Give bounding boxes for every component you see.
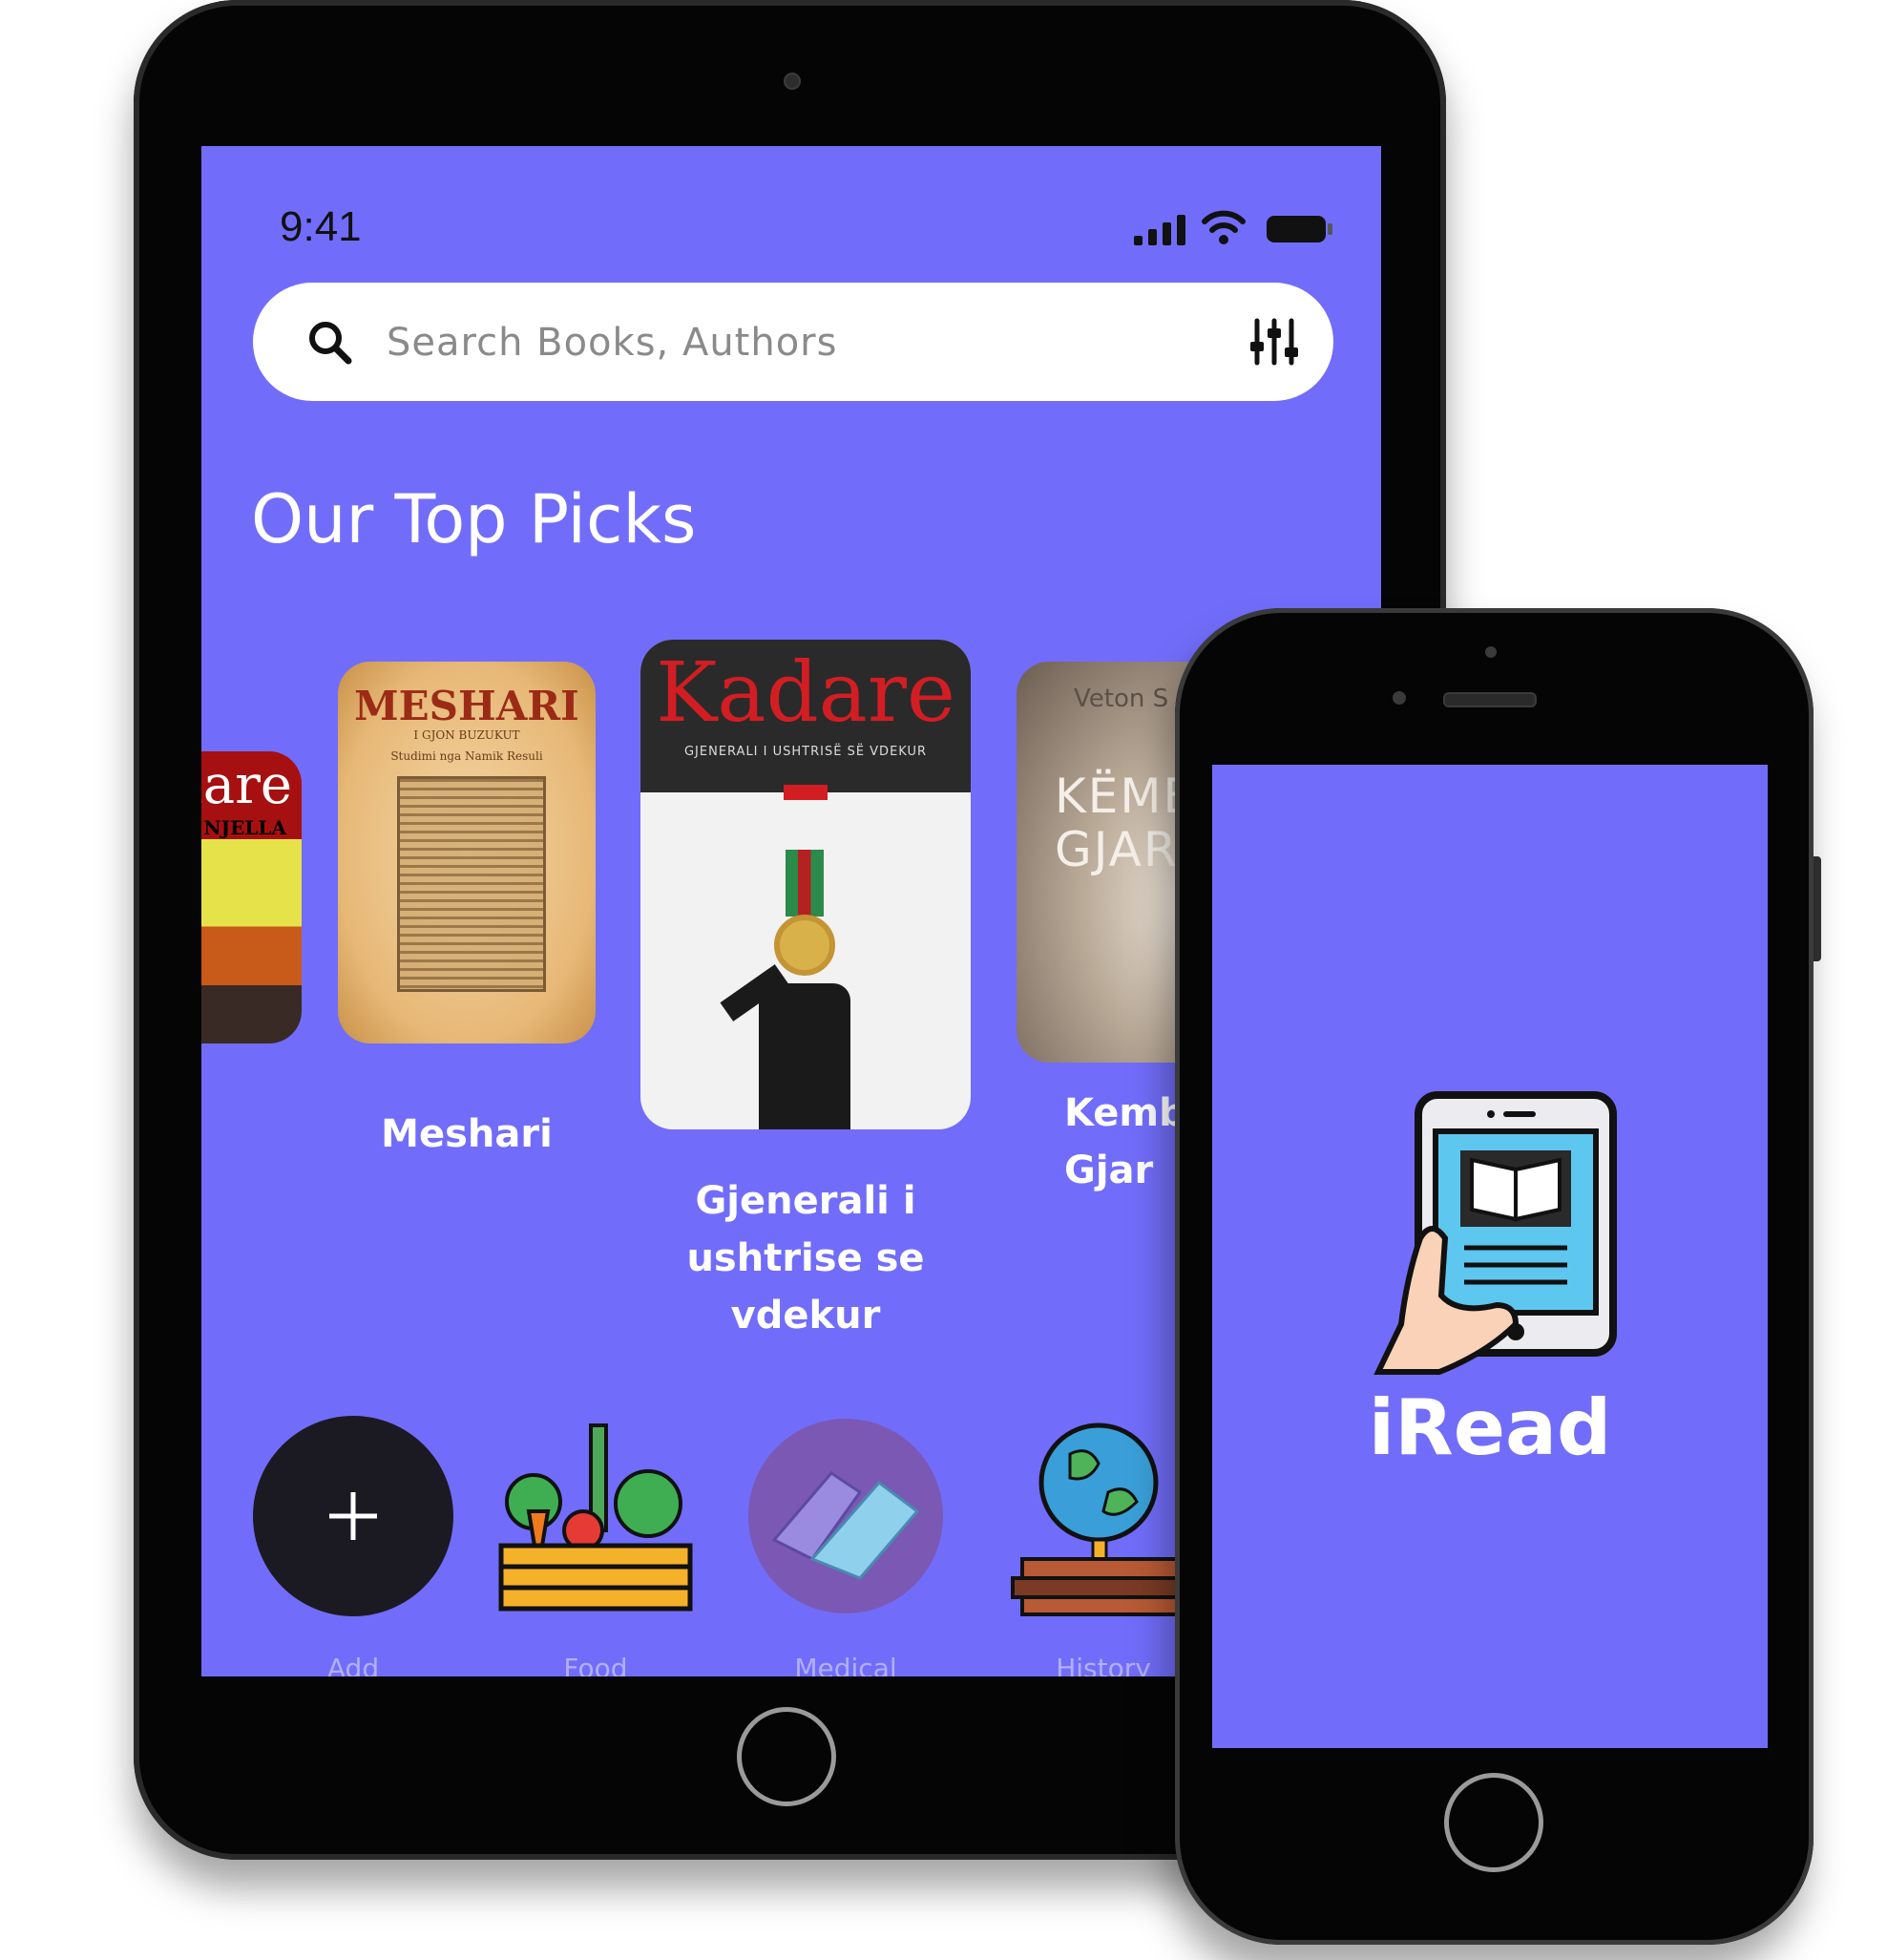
wifi-icon bbox=[1202, 210, 1246, 244]
book-title[interactable]: Meshari bbox=[324, 1106, 610, 1163]
plus-icon bbox=[329, 1492, 377, 1540]
category-history[interactable] bbox=[1003, 1416, 1206, 1616]
book-cover-title: MESHARI bbox=[354, 683, 579, 729]
medal-icon bbox=[774, 915, 835, 976]
search-input[interactable] bbox=[385, 309, 1171, 376]
phone-screen: iRead bbox=[1212, 765, 1768, 1748]
phone-speaker bbox=[1443, 692, 1537, 707]
category-label: Add bbox=[326, 1653, 380, 1676]
hand-holding-ebook-icon bbox=[1373, 1091, 1617, 1375]
tablet-camera bbox=[784, 73, 801, 90]
phone-home-button[interactable] bbox=[1444, 1773, 1543, 1872]
book-cover[interactable]: MESHARI I GJON BUZUKUT Studimi nga Namik… bbox=[338, 662, 596, 1043]
category-food[interactable] bbox=[495, 1416, 696, 1616]
publisher-tag bbox=[784, 785, 828, 800]
gloved-hands-icon bbox=[748, 1419, 943, 1613]
book-cover-title: Kadare bbox=[201, 754, 292, 816]
category-label: History bbox=[1056, 1653, 1151, 1676]
tablet-home-button[interactable] bbox=[737, 1707, 836, 1806]
device-mockup-stage: 9:41 Search Books, Authors Our Top Picks… bbox=[0, 0, 1887, 1960]
book-cover-author: Veton S bbox=[1074, 685, 1169, 713]
book-cover-subtitle: GJENERALI I USHTRISË SË VDEKUR bbox=[683, 745, 928, 759]
category-medical[interactable] bbox=[745, 1416, 946, 1616]
add-category-button[interactable] bbox=[253, 1416, 453, 1616]
phone-sensor bbox=[1485, 646, 1497, 658]
vegetable-crate-icon bbox=[498, 1423, 693, 1612]
phone-side-button bbox=[1814, 856, 1821, 961]
status-time: 9:41 bbox=[280, 203, 362, 250]
phone-device: iRead bbox=[1175, 608, 1821, 1945]
cellular-signal-icon bbox=[1134, 215, 1185, 245]
filter-sliders-icon[interactable] bbox=[1249, 317, 1299, 367]
book-cover-title: Kadare bbox=[656, 645, 955, 741]
globe-books-icon bbox=[1011, 1423, 1206, 1616]
book-cover[interactable]: Kadare NJELLA bbox=[201, 751, 302, 1043]
search-bar[interactable] bbox=[253, 283, 1333, 401]
search-icon bbox=[309, 322, 352, 365]
battery-icon bbox=[1267, 216, 1332, 242]
manuscript-illustration bbox=[397, 776, 546, 992]
book-cover-subtitle: I GJON BUZUKUT bbox=[413, 728, 520, 742]
status-bar: 9:41 bbox=[201, 203, 1381, 261]
book-cover-subtitle: Studimi nga Namik Resuli bbox=[390, 749, 543, 763]
section-title: Our Top Picks bbox=[251, 480, 697, 558]
phone-camera bbox=[1393, 691, 1406, 705]
book-cover-title: GJAR bbox=[1055, 822, 1179, 877]
category-label: Food bbox=[563, 1653, 628, 1676]
book-title[interactable]: Gjenerali i ushtrise se vdekur bbox=[648, 1172, 963, 1344]
book-cover[interactable]: Kadare GJENERALI I USHTRISË SË VDEKUR bbox=[640, 640, 971, 1129]
general-figure bbox=[759, 983, 850, 1129]
book-cover-subtitle: NJELLA bbox=[203, 816, 286, 839]
medal-ribbon bbox=[786, 850, 824, 917]
category-label: Medical bbox=[794, 1653, 897, 1676]
app-name: iRead bbox=[1368, 1383, 1612, 1472]
